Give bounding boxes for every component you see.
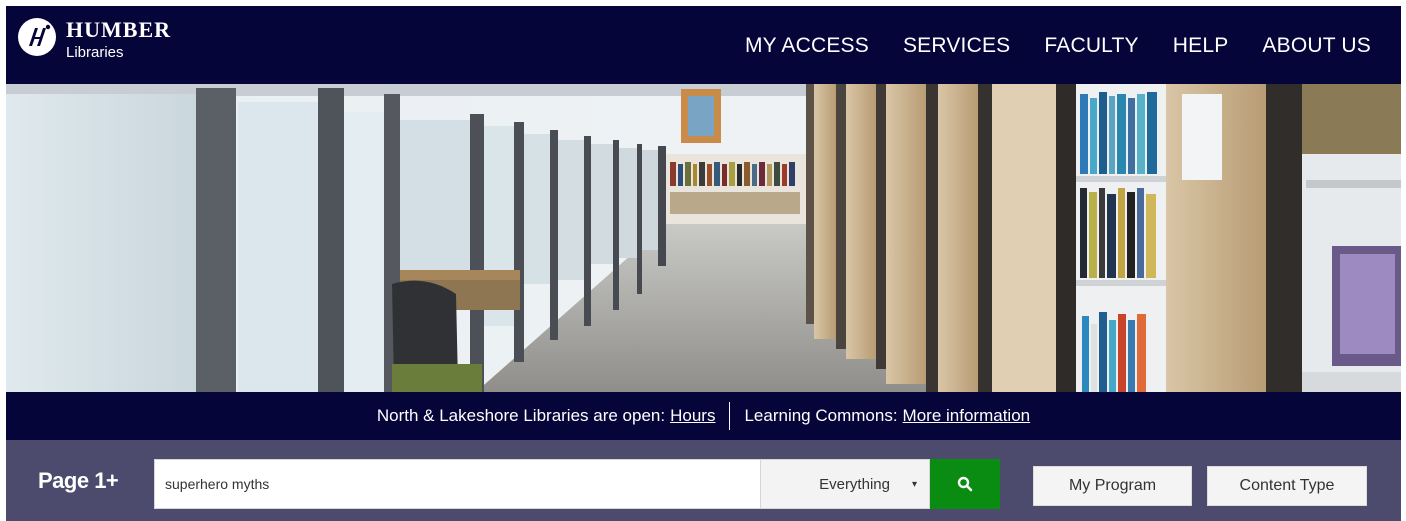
my-program-button[interactable]: My Program (1033, 466, 1192, 506)
search-button[interactable] (930, 459, 1000, 509)
humber-logo[interactable]: HUMBER Libraries (18, 18, 171, 62)
hours-link[interactable]: Hours (670, 406, 715, 426)
nav-about-us[interactable]: ABOUT US (1262, 34, 1371, 58)
page1plus-label: Page 1+ (38, 468, 119, 493)
nav-my-access[interactable]: MY ACCESS (745, 34, 869, 58)
content-type-button[interactable]: Content Type (1207, 466, 1367, 506)
libraries-open-text: North & Lakeshore Libraries are open: (376, 406, 666, 425)
search-bar: Page 1+ Everything ▾ My Program Content … (6, 440, 1401, 521)
hours-info-bar: North & Lakeshore Libraries are open: Ho… (6, 392, 1401, 440)
more-information-link[interactable]: More information (903, 406, 1031, 426)
library-photo (6, 84, 1401, 392)
search-scope-value: Everything (819, 475, 890, 493)
humber-logo-icon (18, 18, 56, 56)
search-scope-dropdown[interactable]: Everything ▾ (760, 459, 930, 509)
search-icon (957, 476, 973, 492)
logo-brand: HUMBER (66, 17, 171, 42)
main-nav: MY ACCESS SERVICES FACULTY HELP ABOUT US (745, 34, 1371, 58)
nav-faculty[interactable]: FACULTY (1044, 34, 1138, 58)
hero-image (6, 84, 1401, 392)
info-divider (729, 402, 731, 430)
search-input[interactable] (154, 459, 760, 509)
nav-help[interactable]: HELP (1173, 34, 1229, 58)
page: HUMBER Libraries MY ACCESS SERVICES FACU… (6, 6, 1401, 521)
nav-services[interactable]: SERVICES (903, 34, 1010, 58)
site-header: HUMBER Libraries MY ACCESS SERVICES FACU… (6, 6, 1401, 84)
learning-commons-text: Learning Commons: (744, 406, 898, 425)
logo-subtitle: Libraries (66, 44, 124, 61)
chevron-down-icon: ▾ (911, 478, 917, 490)
